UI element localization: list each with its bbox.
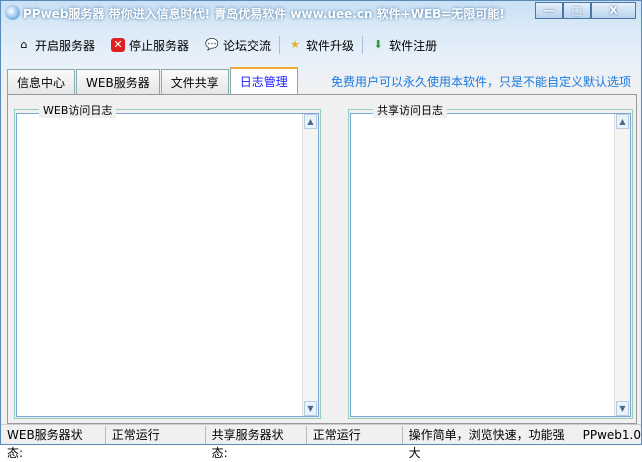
minimize-button[interactable]: — bbox=[535, 2, 563, 19]
status-bar: WEB服务器状态: 正常运行 共享服务器状态: 正常运行 操作简单，浏览快速，功… bbox=[1, 424, 641, 460]
tab-bar: 信息中心 WEB服务器 文件共享 日志管理 bbox=[7, 65, 299, 97]
tab-log-management[interactable]: 日志管理 bbox=[229, 67, 298, 97]
share-status-value: 正常运行 bbox=[307, 425, 403, 444]
window-title: PPweb服务器 带你进入信息时代! 青岛优易软件 www.uee.cn 软件+… bbox=[23, 7, 505, 21]
close-button[interactable]: X bbox=[591, 2, 636, 19]
start-server-button[interactable]: ⌂ 开启服务器 bbox=[9, 37, 103, 54]
toolbar: ⌂ 开启服务器 ✕ 停止服务器 💬 论坛交流 ★ 软件升级 ⬇ 软件注册 bbox=[9, 35, 445, 55]
log-panel: ▲ ▼ WEB访问日志 ▲ ▼ 共享访问日志 bbox=[7, 94, 637, 424]
version: PPweb1.0 bbox=[582, 427, 641, 442]
chat-icon: 💬 bbox=[205, 38, 219, 51]
stop-icon: ✕ bbox=[111, 38, 126, 52]
web-log-label: WEB访问日志 bbox=[39, 102, 117, 118]
web-status-label: WEB服务器状态: bbox=[1, 425, 106, 460]
star-icon: ★ bbox=[290, 38, 300, 51]
label: 软件升级 bbox=[306, 38, 355, 53]
free-user-notice: 免费用户可以永久使用本软件，只是不能自定义默认选项 bbox=[330, 75, 631, 89]
maximize-button[interactable]: □ bbox=[563, 2, 591, 19]
upgrade-button[interactable]: ★ 软件升级 bbox=[280, 37, 362, 54]
tab-info-center[interactable]: 信息中心 bbox=[7, 69, 76, 97]
web-log-textarea[interactable]: ▲ ▼ bbox=[16, 113, 319, 417]
app-window: PPweb服务器 带你进入信息时代! 青岛优易软件 www.uee.cn 软件+… bbox=[0, 0, 642, 460]
scroll-up-icon[interactable]: ▲ bbox=[616, 114, 629, 129]
scrollbar[interactable]: ▲ ▼ bbox=[302, 114, 318, 416]
register-icon: ⬇ bbox=[373, 38, 383, 51]
scroll-up-icon[interactable]: ▲ bbox=[304, 114, 317, 129]
share-log-group: ▲ ▼ 共享访问日志 bbox=[348, 102, 633, 419]
share-log-label: 共享访问日志 bbox=[373, 102, 447, 118]
tab-web-server[interactable]: WEB服务器 bbox=[76, 69, 160, 97]
stop-server-button[interactable]: ✕ 停止服务器 bbox=[103, 37, 197, 54]
web-log-group: ▲ ▼ WEB访问日志 bbox=[14, 102, 321, 419]
label: 停止服务器 bbox=[129, 38, 190, 53]
scrollbar[interactable]: ▲ ▼ bbox=[614, 114, 630, 416]
forum-button[interactable]: 💬 论坛交流 bbox=[197, 37, 279, 54]
share-status-label: 共享服务器状态: bbox=[206, 425, 307, 460]
scroll-down-icon[interactable]: ▼ bbox=[304, 401, 317, 416]
app-icon bbox=[5, 5, 20, 20]
label: 软件注册 bbox=[389, 38, 438, 53]
web-status-value: 正常运行 bbox=[106, 425, 206, 444]
register-button[interactable]: ⬇ 软件注册 bbox=[363, 37, 445, 54]
label: 论坛交流 bbox=[223, 38, 272, 53]
scroll-down-icon[interactable]: ▼ bbox=[616, 401, 629, 416]
home-icon: ⌂ bbox=[20, 38, 28, 51]
label: 开启服务器 bbox=[35, 38, 96, 53]
tab-file-share[interactable]: 文件共享 bbox=[160, 69, 229, 97]
share-log-textarea[interactable]: ▲ ▼ bbox=[350, 113, 631, 417]
slogan: 操作简单，浏览快速，功能强大 bbox=[408, 427, 565, 460]
